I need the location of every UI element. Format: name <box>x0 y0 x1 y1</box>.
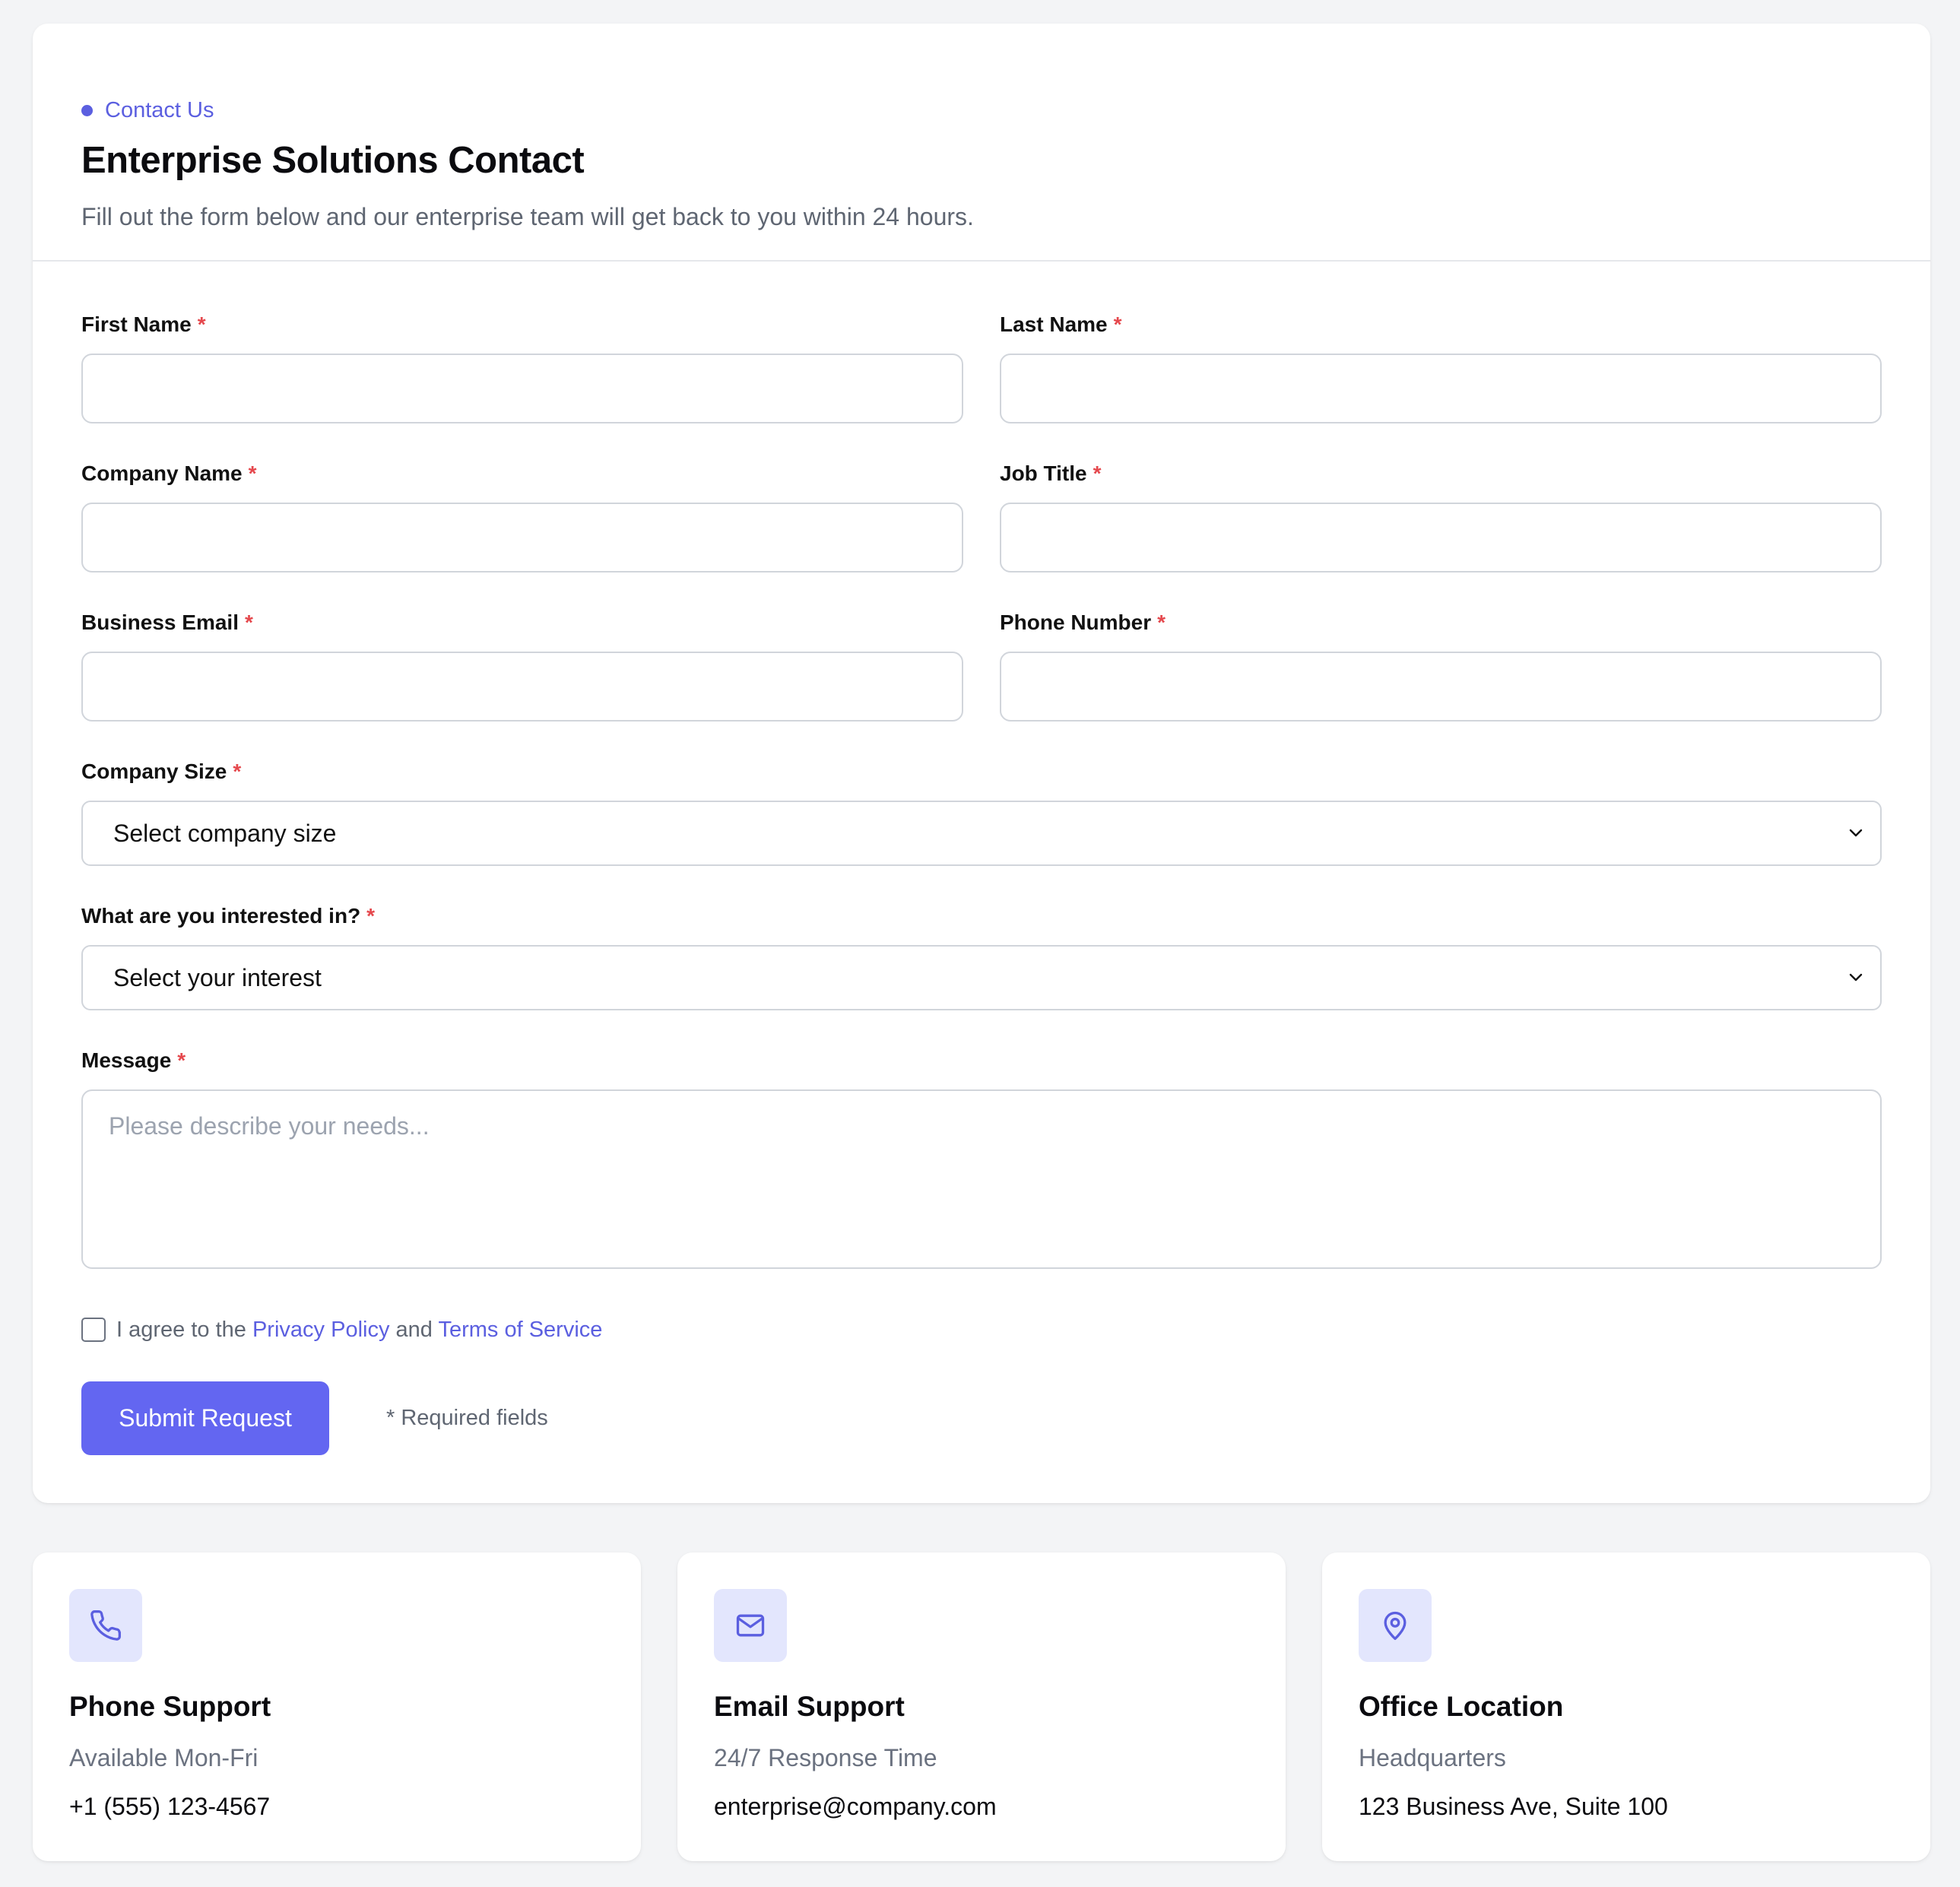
required-mark: * <box>1157 610 1166 634</box>
phone-number-label: Phone Number * <box>1000 610 1166 634</box>
consent-row: I agree to the Privacy Policy and Terms … <box>81 1316 602 1343</box>
dot-icon <box>81 104 93 116</box>
eyebrow: Contact Us <box>81 97 214 124</box>
interest-select[interactable]: Select your interest <box>81 945 1882 1010</box>
page-subtitle: Fill out the form below and our enterpri… <box>81 203 974 230</box>
chevron-down-icon <box>1849 829 1863 837</box>
job-title-input[interactable] <box>1000 503 1882 572</box>
info-card-title: Office Location <box>1359 1691 1564 1722</box>
terms-of-service-link[interactable]: Terms of Service <box>438 1318 602 1342</box>
first-name-label: First Name * <box>81 312 206 336</box>
info-card-value: +1 (555) 123-4567 <box>69 1793 271 1820</box>
required-mark: * <box>366 904 376 928</box>
info-card-subtitle: Headquarters <box>1359 1744 1506 1771</box>
required-mark: * <box>233 760 242 783</box>
required-mark: * <box>177 1048 186 1072</box>
phone-number-input[interactable] <box>1000 652 1882 722</box>
required-mark: * <box>1093 461 1102 485</box>
contact-form-card: Contact Us Enterprise Solutions Contact … <box>33 24 1930 1503</box>
info-card-value: enterprise@company.com <box>714 1793 997 1820</box>
mail-icon <box>736 1614 765 1637</box>
page: Contact Us Enterprise Solutions Contact … <box>0 0 1960 1887</box>
phone-support-card: Phone Support Available Mon-Fri +1 (555)… <box>33 1552 641 1861</box>
company-size-value: Select company size <box>113 819 337 847</box>
message-label: Message * <box>81 1048 186 1072</box>
icon-badge <box>69 1589 142 1662</box>
company-name-input[interactable] <box>81 503 963 572</box>
consent-text: I agree to the Privacy Policy and Terms … <box>116 1317 603 1342</box>
company-name-label: Company Name * <box>81 461 257 485</box>
interest-value: Select your interest <box>113 963 322 991</box>
form-header: Contact Us Enterprise Solutions Contact … <box>33 24 1930 262</box>
last-name-input[interactable] <box>1000 354 1882 423</box>
info-card-subtitle: Available Mon-Fri <box>69 1744 258 1771</box>
info-card-value: 123 Business Ave, Suite 100 <box>1359 1793 1668 1820</box>
icon-badge <box>714 1589 787 1662</box>
required-mark: * <box>244 610 253 634</box>
job-title-label: Job Title * <box>1000 461 1102 485</box>
privacy-policy-link[interactable]: Privacy Policy <box>252 1318 390 1342</box>
submit-request-button[interactable]: Submit Request <box>81 1381 329 1455</box>
info-card-title: Email Support <box>714 1691 905 1722</box>
last-name-label: Last Name * <box>1000 312 1122 336</box>
phone-icon <box>90 1610 121 1641</box>
business-email-input[interactable] <box>81 652 963 722</box>
company-size-label: Company Size * <box>81 760 242 783</box>
interest-label: What are you interested in? * <box>81 904 376 928</box>
required-mark: * <box>248 461 257 485</box>
message-placeholder: Please describe your needs... <box>109 1112 430 1140</box>
office-location-card: Office Location Headquarters 123 Busines… <box>1322 1552 1930 1861</box>
required-mark: * <box>1113 312 1122 336</box>
consent-checkbox[interactable] <box>81 1318 106 1342</box>
required-mark: * <box>197 312 206 336</box>
info-card-subtitle: 24/7 Response Time <box>714 1744 937 1771</box>
icon-badge <box>1359 1589 1432 1662</box>
business-email-label: Business Email * <box>81 610 253 634</box>
map-pin-icon <box>1384 1611 1407 1641</box>
company-size-select[interactable]: Select company size <box>81 801 1882 866</box>
info-card-title: Phone Support <box>69 1691 271 1722</box>
required-fields-note: * Required fields <box>386 1406 548 1430</box>
eyebrow-label: Contact Us <box>105 97 214 122</box>
chevron-down-icon <box>1849 973 1863 982</box>
message-textarea[interactable]: Please describe your needs... <box>81 1089 1882 1269</box>
email-support-card: Email Support 24/7 Response Time enterpr… <box>677 1552 1286 1861</box>
page-title: Enterprise Solutions Contact <box>81 140 585 181</box>
first-name-input[interactable] <box>81 354 963 423</box>
